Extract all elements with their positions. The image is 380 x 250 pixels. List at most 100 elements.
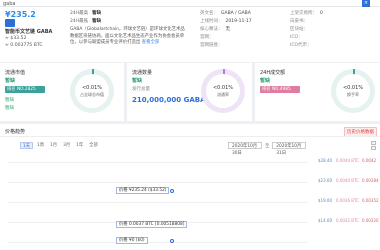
card-title: 24H成交额 bbox=[260, 70, 286, 76]
coin-summary: 24H最高 暂缺 24H最低 暂缺 GABA（Globalartchain，环球文艺… bbox=[70, 10, 185, 47]
card-value: 暂缺 bbox=[132, 78, 143, 84]
close-button[interactable]: × bbox=[362, 0, 370, 7]
volume-card: 24H成交额 暂缺 排名 NO.4985 <0.01% 换手率 bbox=[255, 63, 380, 121]
y-tick-far: 0.00352 bbox=[362, 198, 379, 203]
ring-center: <0.01% 流通率 bbox=[206, 74, 240, 108]
ring-center: <0.01% 换手率 bbox=[336, 74, 370, 108]
high-row: 24H最高 暂缺 bbox=[70, 10, 185, 18]
supply-card: 流通数量 暂缺 发行总量 210,000,000 GABA <0.01% 流通率 bbox=[127, 63, 252, 121]
coin-description: GABA（Globalartchain，环球文艺链）是环球文化艺术品数据区块链协… bbox=[70, 27, 185, 47]
coin-header: ¥235.2 智能币文艺链 GABA ≈ $33.52 ≈ 0.003775 B… bbox=[0, 7, 380, 62]
low-value: 暂缺 bbox=[92, 19, 102, 24]
price-btc: ≈ 0.003775 BTC bbox=[5, 43, 43, 48]
circulation-ring: <0.01% 流通率 bbox=[201, 69, 245, 113]
ring-label: 换手率 bbox=[347, 91, 359, 97]
info-key: 白皮书： bbox=[290, 19, 308, 24]
section-title: 价格趋势 bbox=[5, 129, 26, 135]
info-row: 上架交易所： 0 bbox=[290, 10, 370, 18]
range-all[interactable]: 全部 bbox=[87, 142, 100, 149]
stats-cards: 流通市值 暂缺 排名 NO.2825 暂缺 暂缺 <0.01% 占全球总市值 流… bbox=[0, 63, 380, 121]
y-tick-usd: $19.00 bbox=[318, 198, 332, 203]
low-row: 24H最低 暂缺 bbox=[70, 18, 185, 26]
ring-percent: <0.01% bbox=[81, 84, 103, 91]
info-key: 上架交易所： bbox=[290, 11, 317, 16]
high-label: 24H最高 bbox=[70, 11, 89, 16]
y-tick-far: 0.00384 bbox=[362, 178, 379, 183]
ring-label: 流通率 bbox=[217, 91, 229, 97]
coin-price: ¥235.2 bbox=[5, 10, 36, 19]
price-point[interactable] bbox=[170, 189, 174, 193]
card-sub-value: 暂缺 bbox=[5, 106, 14, 111]
price-chart: 价格 ¥235.24 ($33.52) 价格 0.0037 BTC [0.005… bbox=[8, 154, 308, 246]
market-cap-card: 流通市值 暂缺 排名 NO.2825 暂缺 暂缺 <0.01% 占全球总市值 bbox=[0, 63, 124, 121]
rank-badge: 排名 NO.2825 bbox=[5, 86, 45, 93]
y-tick-far: 0.00320 bbox=[362, 218, 379, 223]
info-row: ICO代币： bbox=[290, 42, 370, 50]
info-value: GABA / GABA bbox=[221, 11, 251, 16]
gridline bbox=[8, 242, 308, 243]
info-key: 英文名： bbox=[200, 11, 218, 16]
info-row: 白皮书： bbox=[290, 18, 370, 26]
turnover-ring: <0.01% 换手率 bbox=[331, 69, 375, 113]
y-tick-btc: 0.0032 BTC bbox=[336, 218, 360, 223]
market-share-ring: <0.01% 占全球总市值 bbox=[70, 69, 114, 113]
gridline bbox=[8, 202, 308, 203]
card-title: 流通数量 bbox=[132, 70, 153, 76]
date-from-input[interactable]: 2020年10月30日 bbox=[228, 142, 262, 156]
info-row: 官网链接： bbox=[200, 42, 280, 50]
ring-percent: <0.01% bbox=[212, 84, 234, 91]
range-1y[interactable]: 1年 bbox=[74, 142, 85, 149]
toggle-cny[interactable] bbox=[371, 141, 376, 145]
info-key: 上线时间： bbox=[200, 19, 223, 24]
info-key: 核心算法： bbox=[200, 27, 223, 32]
view-all-link[interactable]: 查看全部 bbox=[142, 40, 160, 45]
price-tooltip-zero: 价格 ¥0 ($0) bbox=[116, 237, 148, 244]
gridline bbox=[8, 182, 308, 183]
info-key: 官网链接： bbox=[200, 43, 223, 48]
y-tick-usd: $23.00 bbox=[318, 178, 332, 183]
card-sub-value: 暂缺 bbox=[5, 98, 14, 103]
chart-toggles bbox=[371, 141, 376, 150]
info-key: ICO代币： bbox=[290, 43, 312, 48]
info-key: ICO： bbox=[290, 35, 303, 40]
info-value: 0 bbox=[320, 11, 323, 16]
card-title: 流通市值 bbox=[5, 70, 26, 76]
zero-point[interactable] bbox=[170, 239, 174, 243]
info-row: 上线时间： 2019-11-17 bbox=[200, 18, 280, 26]
info-row: 英文名： GABA / GABA bbox=[200, 10, 280, 18]
y-tick-usd: $14.00 bbox=[318, 218, 332, 223]
price-trend-section: 价格趋势 历史价格数据 1天 1周 1月 3月 1年 全部 2020年10月30… bbox=[0, 124, 380, 250]
ring-label: 占全球总市值 bbox=[80, 91, 104, 97]
price-tooltip-cny: 价格 ¥235.24 ($33.52) bbox=[116, 187, 170, 194]
info-key: 区块站： bbox=[290, 27, 308, 32]
info-value: 无 bbox=[225, 27, 231, 32]
rank-badge: 排名 NO.4985 bbox=[260, 86, 300, 93]
info-row: 区块站： bbox=[290, 26, 370, 34]
range-1m[interactable]: 1月 bbox=[48, 142, 59, 149]
price-usd: ≈ $33.52 bbox=[5, 36, 27, 41]
info-key: 官网： bbox=[200, 35, 214, 40]
coin-logo bbox=[5, 19, 15, 27]
y-tick-btc: 0.0036 BTC bbox=[336, 198, 360, 203]
info-column-2: 上架交易所： 0 白皮书： 区块站： ICO： ICO代币： bbox=[290, 10, 370, 50]
date-to-input[interactable]: 2020年10月31日 bbox=[272, 142, 307, 156]
range-1w[interactable]: 1周 bbox=[35, 142, 46, 149]
total-supply-label: 发行总量 bbox=[132, 87, 150, 92]
description-text: GABA（Globalartchain，环球文艺链）是环球文化艺术品数据区块链协… bbox=[70, 27, 185, 45]
info-row: ICO： bbox=[290, 34, 370, 42]
range-1d[interactable]: 1天 bbox=[20, 142, 34, 149]
toggle-btc[interactable] bbox=[371, 146, 376, 150]
high-value: 暂缺 bbox=[92, 11, 102, 16]
divider bbox=[0, 136, 380, 137]
y-tick-far: 0.0042 bbox=[362, 158, 376, 163]
info-value: 2019-11-17 bbox=[225, 19, 252, 24]
range-3m[interactable]: 3月 bbox=[61, 142, 72, 149]
info-row: 官网： bbox=[200, 34, 280, 42]
info-row: 核心算法：无 bbox=[200, 26, 280, 34]
coin-name: 智能币文艺链 GABA bbox=[5, 29, 53, 35]
window-topbar: gaba × bbox=[0, 0, 380, 7]
range-selector: 1天 1周 1月 3月 1年 全部 bbox=[20, 142, 100, 149]
ring-percent: <0.01% bbox=[342, 84, 364, 91]
card-value: 暂缺 bbox=[5, 78, 16, 84]
low-label: 24H最低 bbox=[70, 19, 89, 24]
